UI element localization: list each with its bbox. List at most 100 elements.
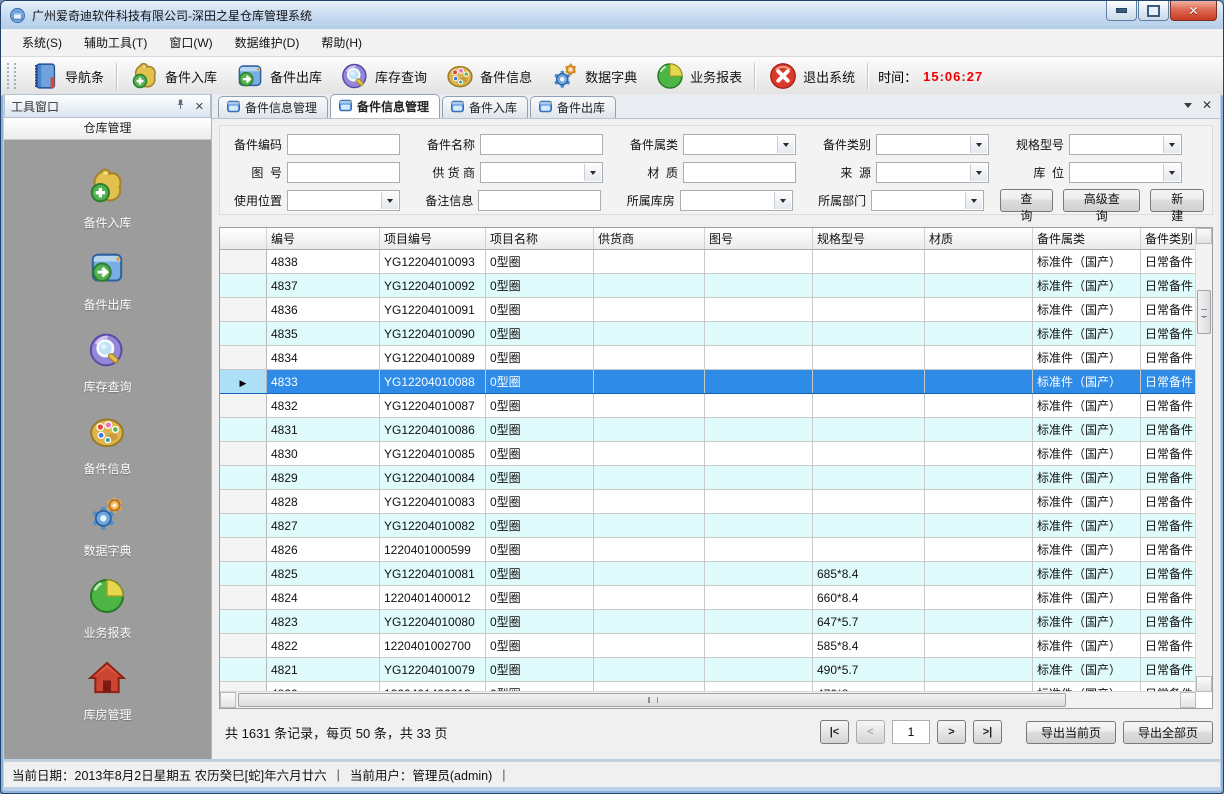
table-row[interactable]: 4835YG122040100900型圈标准件（国产）日常备件M bbox=[220, 322, 1196, 346]
scroll-up-button[interactable] bbox=[1196, 228, 1212, 244]
remark-input[interactable] bbox=[478, 190, 601, 211]
table-row[interactable]: 4834YG122040100890型圈标准件（国产）日常备件M bbox=[220, 346, 1196, 370]
sidebar-item-part-out[interactable]: 备件出库 bbox=[83, 248, 131, 313]
tab-part-info-mgmt-2[interactable]: 备件信息管理 bbox=[330, 94, 440, 118]
department-select[interactable] bbox=[871, 190, 984, 211]
pager-first-button[interactable]: |< bbox=[820, 720, 849, 744]
sidebar-item-report[interactable]: 业务报表 bbox=[83, 576, 131, 641]
table-row[interactable]: 4832YG122040100870型圈标准件（国产）日常备件M bbox=[220, 394, 1196, 418]
table-row[interactable]: 4830YG122040100850型圈标准件（国产）日常备件M bbox=[220, 442, 1196, 466]
warehouse-select[interactable] bbox=[680, 190, 793, 211]
h-scrollbar[interactable] bbox=[220, 691, 1196, 708]
table-row[interactable]: 4821YG122040100790型圈490*5.7标准件（国产）日常备件PC bbox=[220, 658, 1196, 682]
spec-model-select[interactable] bbox=[1069, 134, 1182, 155]
row-selector[interactable]: ▶ bbox=[220, 370, 267, 394]
chevron-down-icon[interactable] bbox=[1184, 103, 1192, 112]
scroll-right-button[interactable] bbox=[1180, 692, 1196, 708]
toolbar-button-report[interactable]: 业务报表 bbox=[646, 59, 751, 93]
row-selector[interactable] bbox=[220, 322, 267, 346]
column-header-3[interactable]: 供货商 bbox=[594, 228, 705, 250]
toolbar-button-data-dict[interactable]: 数据字典 bbox=[541, 59, 646, 93]
menu-help[interactable]: 帮助(H) bbox=[310, 30, 373, 55]
advanced-query-button[interactable]: 高级查询 bbox=[1063, 189, 1140, 212]
row-selector[interactable] bbox=[220, 586, 267, 610]
scroll-left-button[interactable] bbox=[220, 692, 236, 708]
toolbar-button-navbar[interactable]: 导航条 bbox=[21, 59, 113, 93]
sidebar-item-data-dict[interactable]: 数据字典 bbox=[83, 494, 131, 559]
toolbar-button-stock-query[interactable]: 库存查询 bbox=[331, 59, 436, 93]
row-selector[interactable] bbox=[220, 250, 267, 274]
row-selector[interactable] bbox=[220, 442, 267, 466]
new-button[interactable]: 新建 bbox=[1150, 189, 1204, 212]
table-row[interactable]: 4823YG122040100800型圈647*5.7标准件（国产）日常备件PC bbox=[220, 610, 1196, 634]
sidebar-item-stock-query[interactable]: 库存查询 bbox=[83, 330, 131, 395]
pager-last-button[interactable]: >| bbox=[973, 720, 1002, 744]
h-scroll-thumb[interactable] bbox=[238, 693, 1066, 707]
toolbar-button-exit[interactable]: 退出系统 bbox=[759, 59, 864, 93]
column-header-8[interactable]: 备件类别 bbox=[1141, 228, 1197, 250]
column-header-6[interactable]: 材质 bbox=[925, 228, 1033, 250]
sidebar-item-part-in[interactable]: 备件入库 bbox=[83, 166, 131, 231]
menu-tools[interactable]: 辅助工具(T) bbox=[73, 30, 158, 55]
tab-part-out[interactable]: 备件出库 bbox=[530, 96, 616, 118]
export-current-page-button[interactable]: 导出当前页 bbox=[1026, 721, 1116, 744]
maximize-button[interactable] bbox=[1138, 1, 1169, 21]
row-selector[interactable] bbox=[220, 394, 267, 418]
minimize-button[interactable] bbox=[1106, 1, 1137, 21]
row-selector[interactable] bbox=[220, 634, 267, 658]
close-button[interactable]: ✕ bbox=[1170, 1, 1217, 21]
part-class-select[interactable] bbox=[683, 134, 796, 155]
column-header-1[interactable]: 项目编号 bbox=[380, 228, 486, 250]
row-selector[interactable] bbox=[220, 490, 267, 514]
table-row[interactable]: 4837YG122040100920型圈标准件（国产）日常备件M bbox=[220, 274, 1196, 298]
toolbar-button-part-out[interactable]: 备件出库 bbox=[226, 59, 331, 93]
location-select[interactable] bbox=[1069, 162, 1182, 183]
column-header-5[interactable]: 规格型号 bbox=[813, 228, 925, 250]
menu-window[interactable]: 窗口(W) bbox=[158, 30, 223, 55]
use-position-select[interactable] bbox=[287, 190, 400, 211]
row-selector[interactable] bbox=[220, 346, 267, 370]
column-header-2[interactable]: 项目名称 bbox=[486, 228, 594, 250]
row-selector[interactable] bbox=[220, 466, 267, 490]
table-row[interactable]: 4825YG122040100810型圈685*8.4标准件（国产）日常备件PC bbox=[220, 562, 1196, 586]
v-scrollbar[interactable] bbox=[1195, 228, 1212, 692]
part-code-input[interactable] bbox=[287, 134, 400, 155]
column-header-4[interactable]: 图号 bbox=[705, 228, 813, 250]
menu-data-maint[interactable]: 数据维护(D) bbox=[224, 30, 311, 55]
v-scroll-thumb[interactable] bbox=[1197, 290, 1211, 334]
row-selector[interactable] bbox=[220, 562, 267, 586]
row-selector[interactable] bbox=[220, 610, 267, 634]
toolbar-button-part-info[interactable]: 备件信息 bbox=[436, 59, 541, 93]
table-row[interactable]: 482212204010027000型圈585*8.4标准件（国产）日常备件PC bbox=[220, 634, 1196, 658]
sidebar-item-warehouse-mgmt[interactable]: 库房管理 bbox=[83, 658, 131, 723]
page-number-input[interactable] bbox=[892, 720, 930, 744]
query-button[interactable]: 查询 bbox=[1000, 189, 1054, 212]
part-name-input[interactable] bbox=[480, 134, 603, 155]
table-row[interactable]: ▶4833YG122040100880型圈标准件（国产）日常备件M bbox=[220, 370, 1196, 394]
row-selector[interactable] bbox=[220, 538, 267, 562]
table-row[interactable]: 4831YG122040100860型圈标准件（国产）日常备件M bbox=[220, 418, 1196, 442]
tab-part-info-mgmt-1[interactable]: 备件信息管理 bbox=[218, 96, 328, 118]
drawing-no-input[interactable] bbox=[287, 162, 400, 183]
row-selector[interactable] bbox=[220, 514, 267, 538]
tab-close-icon[interactable]: ✕ bbox=[1202, 98, 1212, 112]
tab-part-in[interactable]: 备件入库 bbox=[442, 96, 528, 118]
toolbar-grip-handle[interactable] bbox=[7, 63, 16, 89]
part-category-select[interactable] bbox=[876, 134, 989, 155]
source-select[interactable] bbox=[876, 162, 989, 183]
row-selector[interactable] bbox=[220, 274, 267, 298]
table-row[interactable]: 482412204014000120型圈660*8.4标准件（国产）日常备件PC bbox=[220, 586, 1196, 610]
supplier-select[interactable] bbox=[480, 162, 603, 183]
menu-system[interactable]: 系统(S) bbox=[11, 30, 73, 55]
table-row[interactable]: 4829YG122040100840型圈标准件（国产）日常备件M bbox=[220, 466, 1196, 490]
material-input[interactable] bbox=[683, 162, 796, 183]
scroll-down-button[interactable] bbox=[1196, 676, 1212, 692]
table-row[interactable]: 4827YG122040100820型圈标准件（国产）日常备件M bbox=[220, 514, 1196, 538]
close-icon[interactable]: ✕ bbox=[195, 100, 204, 113]
table-row[interactable]: 4828YG122040100830型圈标准件（国产）日常备件M bbox=[220, 490, 1196, 514]
column-header-0[interactable]: 编号 bbox=[267, 228, 380, 250]
table-row[interactable]: 4838YG122040100930型圈标准件（国产）日常备件M bbox=[220, 250, 1196, 274]
sidebar-item-part-info[interactable]: 备件信息 bbox=[83, 412, 131, 477]
row-selector[interactable] bbox=[220, 418, 267, 442]
toolbar-button-part-in[interactable]: 备件入库 bbox=[121, 59, 226, 93]
